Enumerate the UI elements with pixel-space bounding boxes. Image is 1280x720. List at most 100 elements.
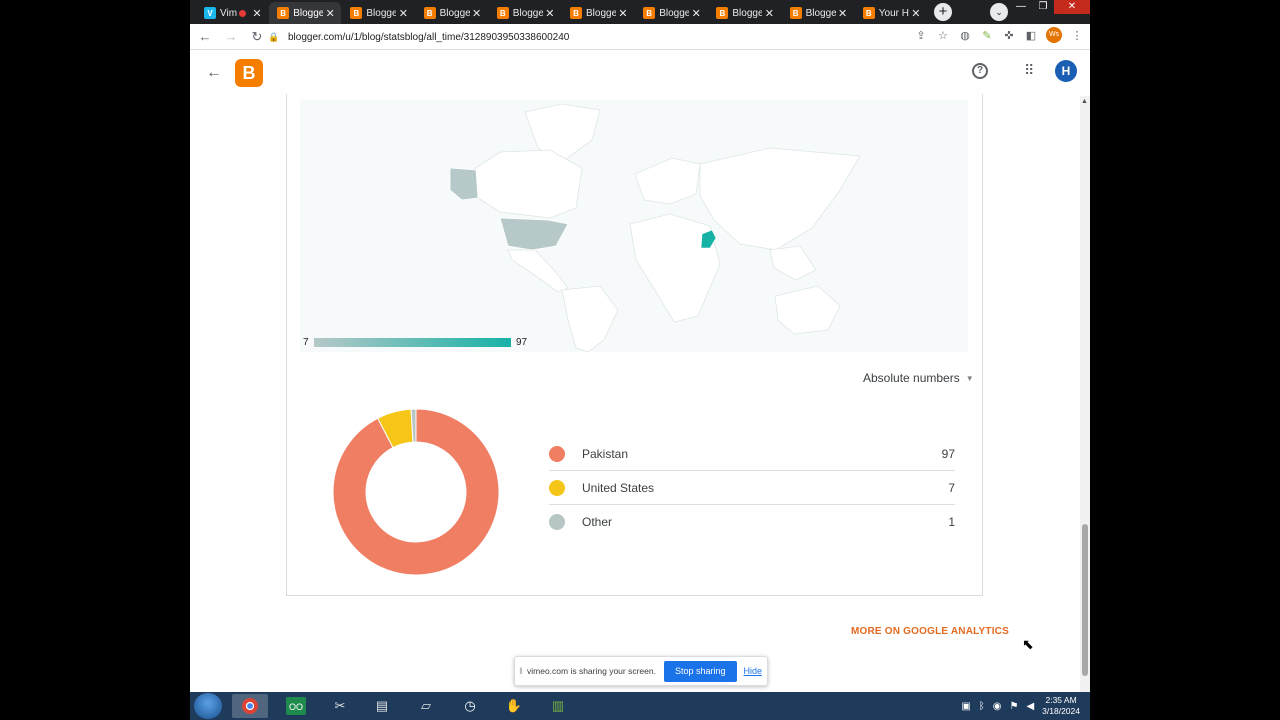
tab-close-icon[interactable]: ✕ — [250, 7, 264, 20]
tab-strip: V Vim ✕ B Blogge ✕ B Blogge ✕ B Blogge ✕ B Blogge ✕ B Bl… — [190, 0, 1090, 24]
taskbar: OO ✂ ▤ ▱ ◷ ✋ ▥ ▣ ᛒ ◉ ⚑ ◀ 2:35 AM 3/18/20… — [190, 692, 1090, 720]
country-row: Other 1 — [549, 505, 955, 539]
lock-icon: 🔒 — [268, 31, 280, 42]
browser-tab[interactable]: B Your H ✕ — [855, 2, 927, 24]
country-name: Pakistan — [582, 446, 629, 461]
profile-badge[interactable]: Ws — [1046, 27, 1062, 43]
restore-icon[interactable]: ❐ — [1032, 0, 1054, 14]
tab-close-icon[interactable]: ✕ — [909, 7, 923, 20]
extension-feather-icon[interactable]: ✎ — [980, 29, 994, 42]
tab-close-icon[interactable]: ✕ — [616, 7, 630, 20]
scroll-up-icon[interactable]: ▲ — [1081, 98, 1088, 105]
map-legend-gradient — [314, 338, 511, 347]
browser-tab[interactable]: B Blogge ✕ — [416, 2, 488, 24]
country-table: Pakistan 97 United States 7 Other 1 — [549, 437, 955, 539]
tray-bluetooth-icon[interactable]: ᛒ — [979, 701, 985, 712]
taskbar-app-icon[interactable]: OO — [278, 694, 314, 718]
menu-kebab-icon[interactable]: ⋮ — [1070, 29, 1084, 42]
browser-tab[interactable]: B Blogge ✕ — [635, 2, 707, 24]
taskbar-paint-icon[interactable]: ✂ — [322, 694, 358, 718]
blogger-favicon-icon: B — [423, 7, 436, 19]
country-name: Other — [582, 515, 613, 529]
browser-tab[interactable]: B Blogge ✕ — [708, 2, 780, 24]
country-row: United States 7 — [549, 471, 955, 505]
metric-dropdown-label: Absolute numbers — [863, 371, 960, 385]
side-panel-icon[interactable]: ◧ — [1024, 29, 1038, 42]
tab-close-icon[interactable]: ✕ — [323, 7, 337, 20]
taskbar-scanner-icon[interactable]: ▱ — [408, 694, 444, 718]
taskbar-hand-icon[interactable]: ✋ — [496, 694, 532, 718]
tray-chrome-icon[interactable]: ◉ — [993, 701, 1002, 712]
url-text: blogger.com/u/1/blog/statsblog/all_time/… — [288, 31, 570, 43]
tab-title: Blogge — [366, 7, 397, 19]
taskbar-chart-app-icon[interactable]: ▥ — [540, 694, 576, 718]
help-icon[interactable]: ? — [972, 63, 988, 79]
apps-grid-icon[interactable]: ⠿ — [1024, 62, 1034, 79]
browser-tab[interactable]: B Blogge ✕ — [489, 2, 561, 24]
legend-dot — [549, 445, 565, 462]
svg-text:OO: OO — [289, 702, 303, 712]
browser-tab[interactable]: B Blogge ✕ — [269, 2, 342, 24]
tray-network-icon[interactable]: ▣ — [961, 701, 970, 712]
scrollbar-thumb[interactable] — [1082, 524, 1088, 676]
taskbar-notepad-icon[interactable]: ▤ — [364, 694, 400, 718]
tray-flag-icon[interactable]: ⚑ — [1010, 701, 1019, 712]
world-map[interactable]: 7 97 — [300, 100, 968, 353]
back-icon[interactable]: ← — [194, 26, 216, 48]
hide-share-bar-link[interactable]: Hide — [744, 666, 763, 676]
blogger-favicon-icon: B — [277, 7, 290, 19]
country-name: United States — [582, 480, 655, 495]
metric-dropdown[interactable]: Absolute numbers ▼ — [863, 371, 974, 385]
stop-sharing-button[interactable]: Stop sharing — [663, 660, 737, 682]
tab-close-icon[interactable]: ✕ — [543, 7, 557, 20]
taskbar-clock-app-icon[interactable]: ◷ — [452, 694, 488, 718]
blogger-logo[interactable]: B — [235, 59, 263, 87]
page-scrollbar[interactable]: ▲ — [1080, 96, 1090, 692]
reload-icon[interactable]: ↻ — [246, 26, 268, 48]
browser-tab[interactable]: V Vim ✕ — [196, 2, 268, 24]
tab-title: Blogge — [512, 7, 543, 19]
tab-title: Your H — [878, 7, 909, 19]
start-button[interactable] — [194, 693, 222, 719]
browser-tab[interactable]: B Blogge ✕ — [562, 2, 634, 24]
tab-title: Blogge — [805, 7, 836, 19]
map-region-united-states[interactable] — [499, 217, 569, 251]
stats-content: 7 97 Absolute numbers ▼ Pakistan 97 United… — [190, 94, 1080, 692]
extensions-puzzle-icon[interactable]: ✜ — [1002, 29, 1016, 42]
tray-clock[interactable]: 2:35 AM 3/18/2024 — [1042, 695, 1080, 717]
legend-dot — [549, 514, 565, 530]
translate-icon[interactable]: ◍ — [958, 29, 972, 42]
taskbar-chrome-icon[interactable] — [232, 694, 268, 718]
new-tab-button[interactable]: + — [934, 3, 952, 21]
forward-icon[interactable]: → — [220, 26, 242, 48]
tab-close-icon[interactable]: ✕ — [396, 7, 410, 20]
browser-tab[interactable]: B Blogge ✕ — [342, 2, 414, 24]
map-legend-min: 7 — [303, 337, 309, 348]
address-bar[interactable]: 🔒 blogger.com/u/1/blog/statsblog/all_tim… — [268, 27, 954, 47]
dropdown-caret-icon: ▼ — [965, 373, 974, 383]
tray-volume-icon[interactable]: ◀ — [1026, 701, 1034, 712]
browser-tab[interactable]: B Blogge ✕ — [782, 2, 854, 24]
bookmark-star-icon[interactable]: ☆ — [936, 29, 950, 42]
tab-title: Blogge — [586, 7, 616, 19]
tab-title: Vim — [220, 7, 238, 19]
drag-handle-icon[interactable]: ‖ — [515, 666, 527, 676]
tab-close-icon[interactable]: ✕ — [470, 7, 484, 20]
account-avatar[interactable]: H — [1055, 60, 1077, 82]
browser-toolbar: ← → ↻ 🔒 blogger.com/u/1/blog/statsblog/a… — [190, 24, 1090, 50]
country-row: Pakistan 97 — [549, 437, 955, 471]
minimize-icon[interactable]: — — [1010, 0, 1032, 14]
tab-close-icon[interactable]: ✕ — [689, 7, 703, 20]
close-window-icon[interactable]: ✕ — [1054, 0, 1090, 14]
back-arrow-icon[interactable]: ← — [206, 64, 222, 82]
tab-search-button[interactable]: ⌄ — [990, 3, 1008, 21]
more-on-google-analytics-link[interactable]: MORE ON GOOGLE ANALYTICS — [851, 626, 1009, 637]
tab-close-icon[interactable]: ✕ — [762, 7, 776, 20]
tab-title: Blogge — [659, 7, 690, 19]
vimeo-favicon-icon: V — [204, 7, 216, 19]
blogger-favicon-icon: B — [570, 7, 582, 19]
map-region-alaska[interactable] — [449, 167, 479, 201]
share-icon[interactable]: ⇪ — [914, 29, 928, 42]
world-map-svg — [449, 103, 861, 353]
tab-close-icon[interactable]: ✕ — [836, 7, 850, 20]
